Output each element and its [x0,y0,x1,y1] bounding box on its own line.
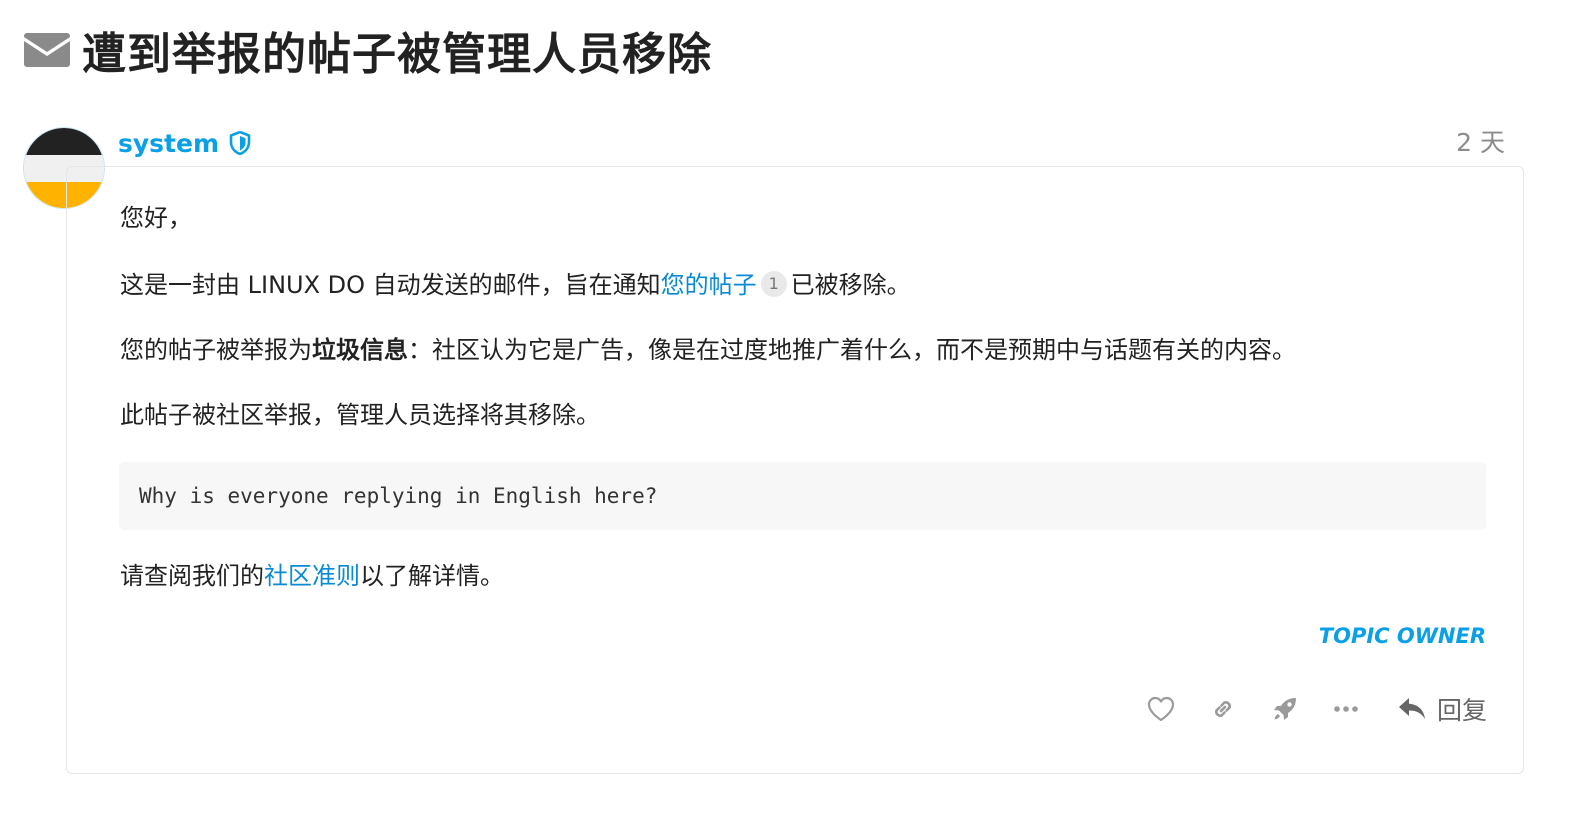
notice-paragraph: 这是一封由 LINUX DO 自动发送的邮件，旨在通知您的帖子 1 已被移除。 [120,267,911,303]
heart-icon [1147,696,1175,722]
post-actions: 回复 [1113,688,1487,730]
action-paragraph: 此帖子被社区举报，管理人员选择将其移除。 [120,401,600,429]
reason-description: ：社区认为它是广告，像是在过度地推广着什么，而不是预期中与话题有关的内容。 [408,336,1296,364]
greeting-text: 您好， [120,204,192,232]
boost-button[interactable] [1271,688,1299,730]
title-row: 遭到举报的帖子被管理人员移除 [24,18,712,82]
community-guidelines-link[interactable]: 社区准则 [264,562,360,590]
post-date[interactable]: 2 天 [1456,124,1505,162]
quoted-post-code-block: Why is everyone replying in English here… [119,462,1486,530]
guidelines-text: 请查阅我们的 [120,562,264,590]
page-title: 遭到举报的帖子被管理人员移除 [82,29,712,80]
notice-text-end: 已被移除。 [790,271,911,299]
envelope-icon [24,32,70,68]
reason-text: 您的帖子被举报为 [120,336,312,364]
post-header: system [118,124,253,162]
link-click-count-badge: 1 [760,271,787,297]
rocket-icon [1271,695,1299,723]
notice-text: 这是一封由 LINUX DO 自动发送的邮件，旨在通知 [120,271,661,299]
ellipsis-icon [1333,705,1359,713]
your-post-link[interactable]: 您的帖子 [661,271,757,299]
username-link[interactable]: system [118,129,219,158]
page: 遭到举报的帖子被管理人员移除 system 2 天 您好， 这是一封由 LINU… [0,0,1581,813]
reply-label: 回复 [1436,696,1487,725]
flag-reason-label: 垃圾信息 [312,336,408,364]
shield-icon [229,130,253,156]
like-button[interactable] [1147,688,1175,730]
guidelines-text-end: 以了解详情。 [360,562,504,590]
guidelines-paragraph: 请查阅我们的社区准则以了解详情。 [120,558,504,594]
reply-button[interactable]: 回复 [1397,688,1487,730]
topic-owner-label: TOPIC OWNER [1318,624,1486,648]
link-icon [1209,695,1237,723]
copy-link-button[interactable] [1209,688,1237,730]
more-actions-button[interactable] [1333,688,1359,730]
reply-arrow-icon [1397,696,1427,722]
reason-paragraph: 您的帖子被举报为垃圾信息：社区认为它是广告，像是在过度地推广着什么，而不是预期中… [120,332,1296,368]
